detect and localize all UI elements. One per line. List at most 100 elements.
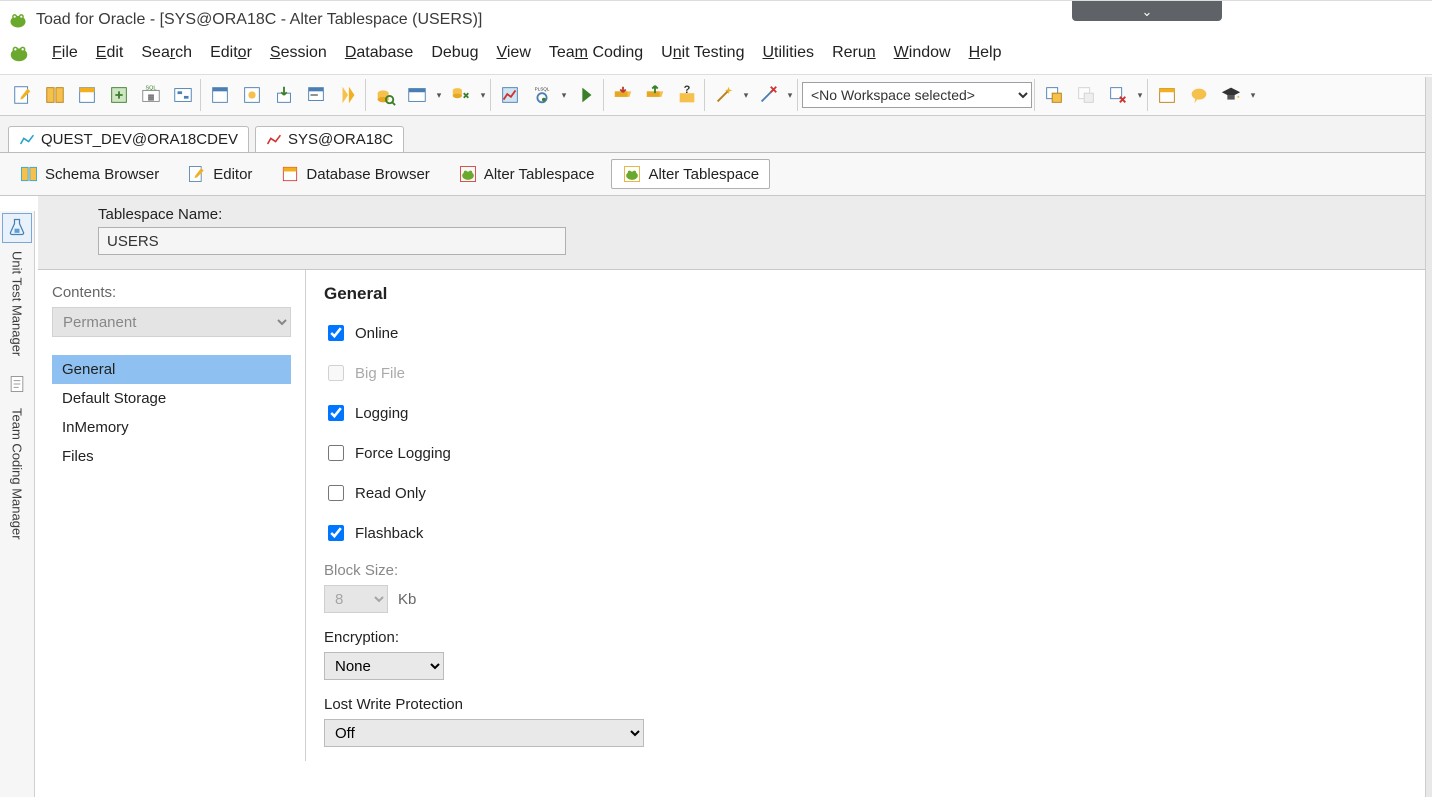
team-coding-manager-button[interactable] — [2, 370, 32, 400]
chat-icon[interactable] — [1184, 80, 1214, 110]
open-file-icon[interactable] — [608, 80, 638, 110]
dropdown-arrow-icon[interactable]: ▾ — [1248, 90, 1258, 101]
sql-icon[interactable]: SQL▦ — [136, 80, 166, 110]
menu-edit[interactable]: Edit — [96, 44, 124, 62]
tab-label: Schema Browser — [45, 166, 159, 183]
calendar-icon[interactable] — [1152, 80, 1182, 110]
workspace-save-icon[interactable] — [1039, 80, 1069, 110]
alter-tablespace-icon — [622, 164, 642, 184]
tablespace-name-input[interactable] — [98, 227, 566, 255]
section-inmemory[interactable]: InMemory — [52, 413, 291, 442]
dropdown-arrow-icon[interactable]: ▾ — [1135, 90, 1145, 101]
script-manager-icon[interactable] — [301, 80, 331, 110]
magic-wand-icon[interactable] — [709, 80, 739, 110]
graduation-icon[interactable] — [1216, 80, 1246, 110]
commit-icon[interactable] — [571, 80, 601, 110]
menu-team-coding[interactable]: Team Coding — [549, 44, 643, 62]
db-browser-icon — [280, 164, 300, 184]
flashback-label: Flashback — [355, 525, 423, 542]
tab-alter-tablespace-1[interactable]: Alter Tablespace — [447, 159, 606, 189]
execute-icon[interactable] — [333, 80, 363, 110]
menu-database[interactable]: Database — [345, 44, 414, 62]
connection-tab-label: QUEST_DEV@ORA18CDEV — [41, 131, 238, 148]
read-only-checkbox[interactable] — [328, 485, 344, 501]
tab-alter-tablespace-2[interactable]: Alter Tablespace — [611, 159, 770, 189]
connection-tab-label: SYS@ORA18C — [288, 131, 393, 148]
flashback-checkbox-row[interactable]: Flashback — [324, 522, 1414, 544]
workspace-select[interactable]: <No Workspace selected> — [802, 82, 1032, 108]
svg-text:?: ? — [684, 84, 691, 96]
editor-icon — [187, 164, 207, 184]
section-general[interactable]: General — [52, 355, 291, 384]
workspace-add-icon[interactable] — [1071, 80, 1101, 110]
dropdown-arrow-icon[interactable]: ▾ — [741, 90, 751, 101]
clear-bookmarks-icon[interactable] — [753, 80, 783, 110]
logging-label: Logging — [355, 405, 408, 422]
online-checkbox-row[interactable]: Online — [324, 322, 1414, 344]
menu-rerun[interactable]: Rerun — [832, 44, 876, 62]
menu-session[interactable]: Session — [270, 44, 327, 62]
top-dropdown-pill[interactable]: ⌄ — [1072, 1, 1222, 21]
menu-utilities[interactable]: Utilities — [762, 44, 814, 62]
tab-label: Database Browser — [306, 166, 429, 183]
force-logging-checkbox[interactable] — [328, 445, 344, 461]
window-title: Toad for Oracle - [SYS@ORA18C - Alter Ta… — [36, 11, 482, 29]
menu-editor[interactable]: Editor — [210, 44, 252, 62]
section-default-storage[interactable]: Default Storage — [52, 384, 291, 413]
find-object-icon[interactable] — [370, 80, 400, 110]
session-browser-icon[interactable] — [205, 80, 235, 110]
connection-tab-strip: QUEST_DEV@ORA18CDEV SYS@ORA18C — [0, 116, 1432, 153]
editor-icon[interactable] — [8, 80, 38, 110]
save-file-icon[interactable] — [640, 80, 670, 110]
dropdown-arrow-icon[interactable]: ▾ — [559, 90, 569, 101]
menu-unit-testing[interactable]: Unit Testing — [661, 44, 744, 62]
tab-editor[interactable]: Editor — [176, 159, 263, 189]
dropdown-arrow-icon[interactable]: ▾ — [478, 90, 488, 101]
schema-browser-icon — [19, 164, 39, 184]
automation-icon[interactable] — [168, 80, 198, 110]
read-only-checkbox-row[interactable]: Read Only — [324, 482, 1414, 504]
section-list: General Default Storage InMemory Files — [52, 355, 291, 471]
connection-tab-quest-dev[interactable]: QUEST_DEV@ORA18CDEV — [8, 126, 249, 152]
menu-bar: File Edit Search Editor Session Database… — [0, 36, 1432, 75]
encryption-select[interactable]: None — [324, 652, 444, 680]
online-checkbox[interactable] — [328, 325, 344, 341]
schema-browser-icon[interactable] — [40, 80, 70, 110]
svg-text:▦: ▦ — [148, 93, 155, 102]
lost-write-select[interactable]: Off — [324, 719, 644, 747]
dropdown-arrow-icon[interactable]: ▾ — [785, 90, 795, 101]
tab-schema-browser[interactable]: Schema Browser — [8, 159, 170, 189]
health-check-icon[interactable] — [237, 80, 267, 110]
tab-database-browser[interactable]: Database Browser — [269, 159, 440, 189]
menu-view[interactable]: View — [496, 44, 530, 62]
menu-search[interactable]: Search — [141, 44, 192, 62]
section-files[interactable]: Files — [52, 442, 291, 471]
help-icon[interactable]: ? — [672, 80, 702, 110]
dropdown-arrow-icon[interactable]: ▾ — [434, 90, 444, 101]
flashback-checkbox[interactable] — [328, 525, 344, 541]
window-list-icon[interactable] — [402, 80, 432, 110]
force-logging-checkbox-row[interactable]: Force Logging — [324, 442, 1414, 464]
plsql-icon[interactable]: PLSQL — [527, 80, 557, 110]
unit-test-manager-label: Unit Test Manager — [10, 251, 25, 356]
import-icon[interactable] — [269, 80, 299, 110]
connection-icon[interactable] — [446, 80, 476, 110]
profiler-icon[interactable] — [495, 80, 525, 110]
left-nav-column: Contents: Permanent General Default Stor… — [38, 270, 306, 761]
bigfile-checkbox-row: Big File — [324, 362, 1414, 384]
describe-icon[interactable] — [72, 80, 102, 110]
tab-label: Alter Tablespace — [484, 166, 595, 183]
logging-checkbox-row[interactable]: Logging — [324, 402, 1414, 424]
logging-checkbox[interactable] — [328, 405, 344, 421]
workspace-delete-icon[interactable] — [1103, 80, 1133, 110]
contents-label: Contents: — [52, 284, 291, 301]
svg-text:SQL: SQL — [145, 86, 156, 92]
rebuild-icon[interactable] — [104, 80, 134, 110]
menu-file[interactable]: File — [52, 44, 78, 62]
menu-window[interactable]: Window — [894, 44, 951, 62]
connection-tab-sys[interactable]: SYS@ORA18C — [255, 126, 404, 152]
menu-debug[interactable]: Debug — [431, 44, 478, 62]
unit-test-manager-button[interactable] — [2, 213, 32, 243]
menu-help[interactable]: Help — [969, 44, 1002, 62]
connection-line-chart-icon — [19, 132, 35, 148]
